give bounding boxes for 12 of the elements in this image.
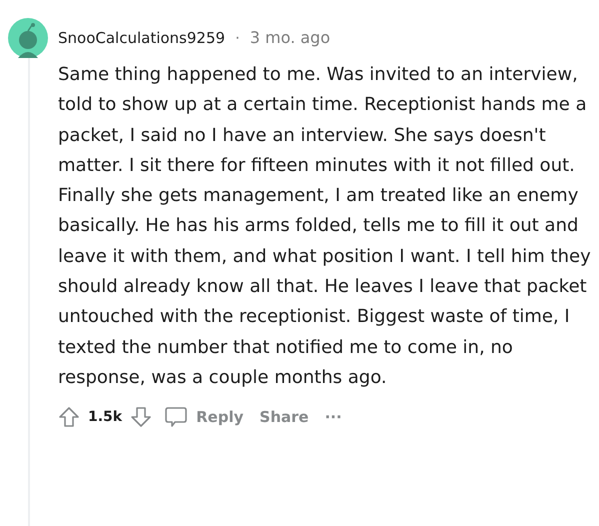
upvote-icon[interactable] [58, 406, 80, 428]
username[interactable]: SnooCalculations9259 [58, 26, 226, 50]
separator: · [235, 28, 240, 49]
reply-button[interactable]: Reply [160, 405, 248, 430]
comment-body: Same thing happened to me. Was invited to an interview, told to show up at a certain time. Receptionist hands me a packet, I said no I have an interview. She says doesn't matter. I sit there for fifteen minutes with it not filled out. Finally she gets management, I am treated like an enemy basically. He has his arms folded, tells me to fill it out and leave it with them, and what position I want. I tell him they should already know all that. He leaves I leave that packet untouched with the receptionist. Biggest waste of time, I texted the number that notified me to come in, no response, was a couple months ago. [58, 63, 592, 390]
more-options-button[interactable]: ··· [320, 406, 346, 429]
vote-score: 1.5k [88, 408, 122, 427]
share-button[interactable]: Share [256, 406, 313, 429]
comment-bubble-icon [164, 405, 188, 430]
timestamp: 3 mo. ago [250, 27, 330, 49]
downvote-icon[interactable] [130, 406, 152, 428]
avatar-icon[interactable] [8, 18, 48, 58]
